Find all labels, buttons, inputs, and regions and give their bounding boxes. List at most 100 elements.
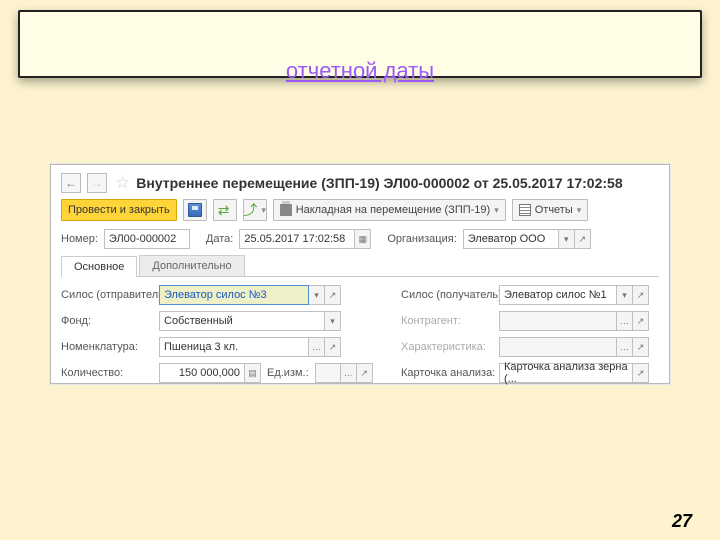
printer-icon: [280, 204, 292, 216]
open-icon: ↗: [360, 368, 368, 379]
silo-to-value: Элеватор силос №1: [504, 289, 607, 301]
silo-from-label: Силос (отправитель):: [61, 289, 151, 301]
submit-close-label: Провести и закрыть: [68, 204, 170, 216]
tabs: Основное Дополнительно: [61, 255, 659, 277]
open-icon: ↗: [637, 342, 645, 353]
titlebar: ← → ☆ Внутреннее перемещение (ЗПП-19) ЭЛ…: [61, 173, 659, 193]
tab-extra[interactable]: Дополнительно: [139, 255, 244, 276]
characteristic-ellipsis: …: [617, 337, 633, 357]
main-form-grid: Силос (отправитель): Элеватор силос №3 ▾…: [61, 285, 659, 383]
reports-label: Отчеты: [535, 204, 573, 216]
date-value: 25.05.2017 17:02:58: [244, 233, 345, 245]
silo-from-value: Элеватор силос №3: [164, 289, 267, 301]
slide-page-number: 27: [672, 511, 692, 532]
window-title: Внутреннее перемещение (ЗПП-19) ЭЛ00-000…: [136, 175, 622, 191]
org-value: Элеватор ООО: [468, 233, 546, 245]
chevron-down-icon: ▾: [330, 316, 335, 327]
qty-row: 150 000,000 ▤ Ед.изм.: … ↗: [159, 363, 349, 383]
card-label: Карточка анализа:: [401, 367, 491, 379]
slide-banner: [18, 10, 702, 78]
silo-to-label: Силос (получатель):: [401, 289, 491, 301]
silo-to-group: Элеватор силос №1 ▾ ↗: [499, 285, 659, 305]
fund-value: Собственный: [164, 315, 233, 327]
open-icon: ↗: [637, 316, 645, 327]
print-invoice-label: Накладная на перемещение (ЗПП-19): [296, 204, 491, 216]
counterparty-ellipsis: …: [617, 311, 633, 331]
print-invoice-button[interactable]: Накладная на перемещение (ЗПП-19) ▾: [273, 199, 506, 221]
qty-input[interactable]: 150 000,000: [159, 363, 245, 383]
nomenclature-value: Пшеница 3 кл.: [164, 341, 238, 353]
counterparty-label: Контрагент:: [401, 315, 491, 327]
qty-calc[interactable]: ▤: [245, 363, 261, 383]
silo-to-open[interactable]: ↗: [633, 285, 649, 305]
header-fields-row: Номер: ЭЛ00-000002 Дата: 25.05.2017 17:0…: [61, 229, 659, 249]
tab-main[interactable]: Основное: [61, 256, 137, 277]
date-input-group: 25.05.2017 17:02:58 ▦: [239, 229, 371, 249]
uom-group: … ↗: [315, 363, 373, 383]
silo-from-input[interactable]: Элеватор силос №3: [159, 285, 309, 305]
fund-input[interactable]: Собственный: [159, 311, 325, 331]
fund-group: Собственный ▾: [159, 311, 349, 331]
save-button[interactable]: [183, 199, 207, 221]
chevron-down-icon: ▾: [564, 234, 569, 245]
nomenclature-open[interactable]: ↗: [325, 337, 341, 357]
chevron-down-icon: ▾: [577, 205, 582, 216]
date-input[interactable]: 25.05.2017 17:02:58: [239, 229, 355, 249]
org-input[interactable]: Элеватор ООО: [463, 229, 559, 249]
nomenclature-input[interactable]: Пшеница 3 кл.: [159, 337, 309, 357]
uom-label: Ед.изм.:: [267, 367, 309, 379]
silo-from-open[interactable]: ↗: [325, 285, 341, 305]
counterparty-input: [499, 311, 617, 331]
characteristic-label: Характеристика:: [401, 341, 491, 353]
org-open-button[interactable]: ↗: [575, 229, 591, 249]
calendar-button[interactable]: ▦: [355, 229, 371, 249]
silo-to-input[interactable]: Элеватор силос №1: [499, 285, 617, 305]
save-icon: [188, 203, 202, 217]
app-window: ← → ☆ Внутреннее перемещение (ЗПП-19) ЭЛ…: [50, 164, 670, 384]
nomenclature-ellipsis[interactable]: …: [309, 337, 325, 357]
open-icon: ↗: [329, 342, 337, 353]
uom-ellipsis: …: [341, 363, 357, 383]
nav-back-button[interactable]: ←: [61, 173, 81, 193]
counterparty-group: … ↗: [499, 311, 659, 331]
card-open[interactable]: ↗: [633, 363, 649, 383]
open-icon: ↗: [578, 234, 586, 245]
toolbar: Провести и закрыть ⇄ ⤴ ▾ Накладная на пе…: [61, 199, 659, 221]
chevron-down-icon: ▾: [622, 290, 627, 301]
date-label: Дата:: [206, 233, 233, 245]
favorite-star-icon[interactable]: ☆: [115, 173, 130, 193]
create-based-icon: ⤴: [243, 203, 257, 217]
card-value: Карточка анализа зерна (...: [504, 361, 628, 385]
fund-label: Фонд:: [61, 315, 151, 327]
chevron-down-icon: ▾: [494, 205, 499, 216]
nomenclature-group: Пшеница 3 кл. … ↗: [159, 337, 349, 357]
chevron-down-icon: ▾: [261, 205, 266, 216]
org-label: Организация:: [387, 233, 456, 245]
submit-close-button[interactable]: Провести и закрыть: [61, 199, 177, 221]
qty-label: Количество:: [61, 367, 151, 379]
silo-to-dropdown[interactable]: ▾: [617, 285, 633, 305]
uom-open: ↗: [357, 363, 373, 383]
create-based-button[interactable]: ⤴ ▾: [243, 199, 267, 221]
org-dropdown-button[interactable]: ▾: [559, 229, 575, 249]
card-input[interactable]: Карточка анализа зерна (...: [499, 363, 633, 383]
open-icon: ↗: [637, 368, 645, 379]
calendar-icon: ▦: [359, 234, 368, 245]
fund-dropdown[interactable]: ▾: [325, 311, 341, 331]
card-group: Карточка анализа зерна (... ↗: [499, 363, 659, 383]
reports-button[interactable]: Отчеты ▾: [512, 199, 589, 221]
number-value: ЭЛ00-000002: [109, 233, 176, 245]
number-input[interactable]: ЭЛ00-000002: [104, 229, 190, 249]
silo-from-dropdown[interactable]: ▾: [309, 285, 325, 305]
chevron-down-icon: ▾: [314, 290, 319, 301]
calculator-icon: ▤: [248, 368, 257, 379]
report-icon: [519, 204, 531, 216]
counterparty-open: ↗: [633, 311, 649, 331]
nav-forward-button[interactable]: →: [87, 173, 107, 193]
silo-from-group: Элеватор силос №3 ▾ ↗: [159, 285, 349, 305]
open-icon: ↗: [637, 290, 645, 301]
post-button[interactable]: ⇄: [213, 199, 237, 221]
open-icon: ↗: [329, 290, 337, 301]
qty-group: 150 000,000 ▤: [159, 363, 261, 383]
post-icon: ⇄: [218, 203, 232, 217]
